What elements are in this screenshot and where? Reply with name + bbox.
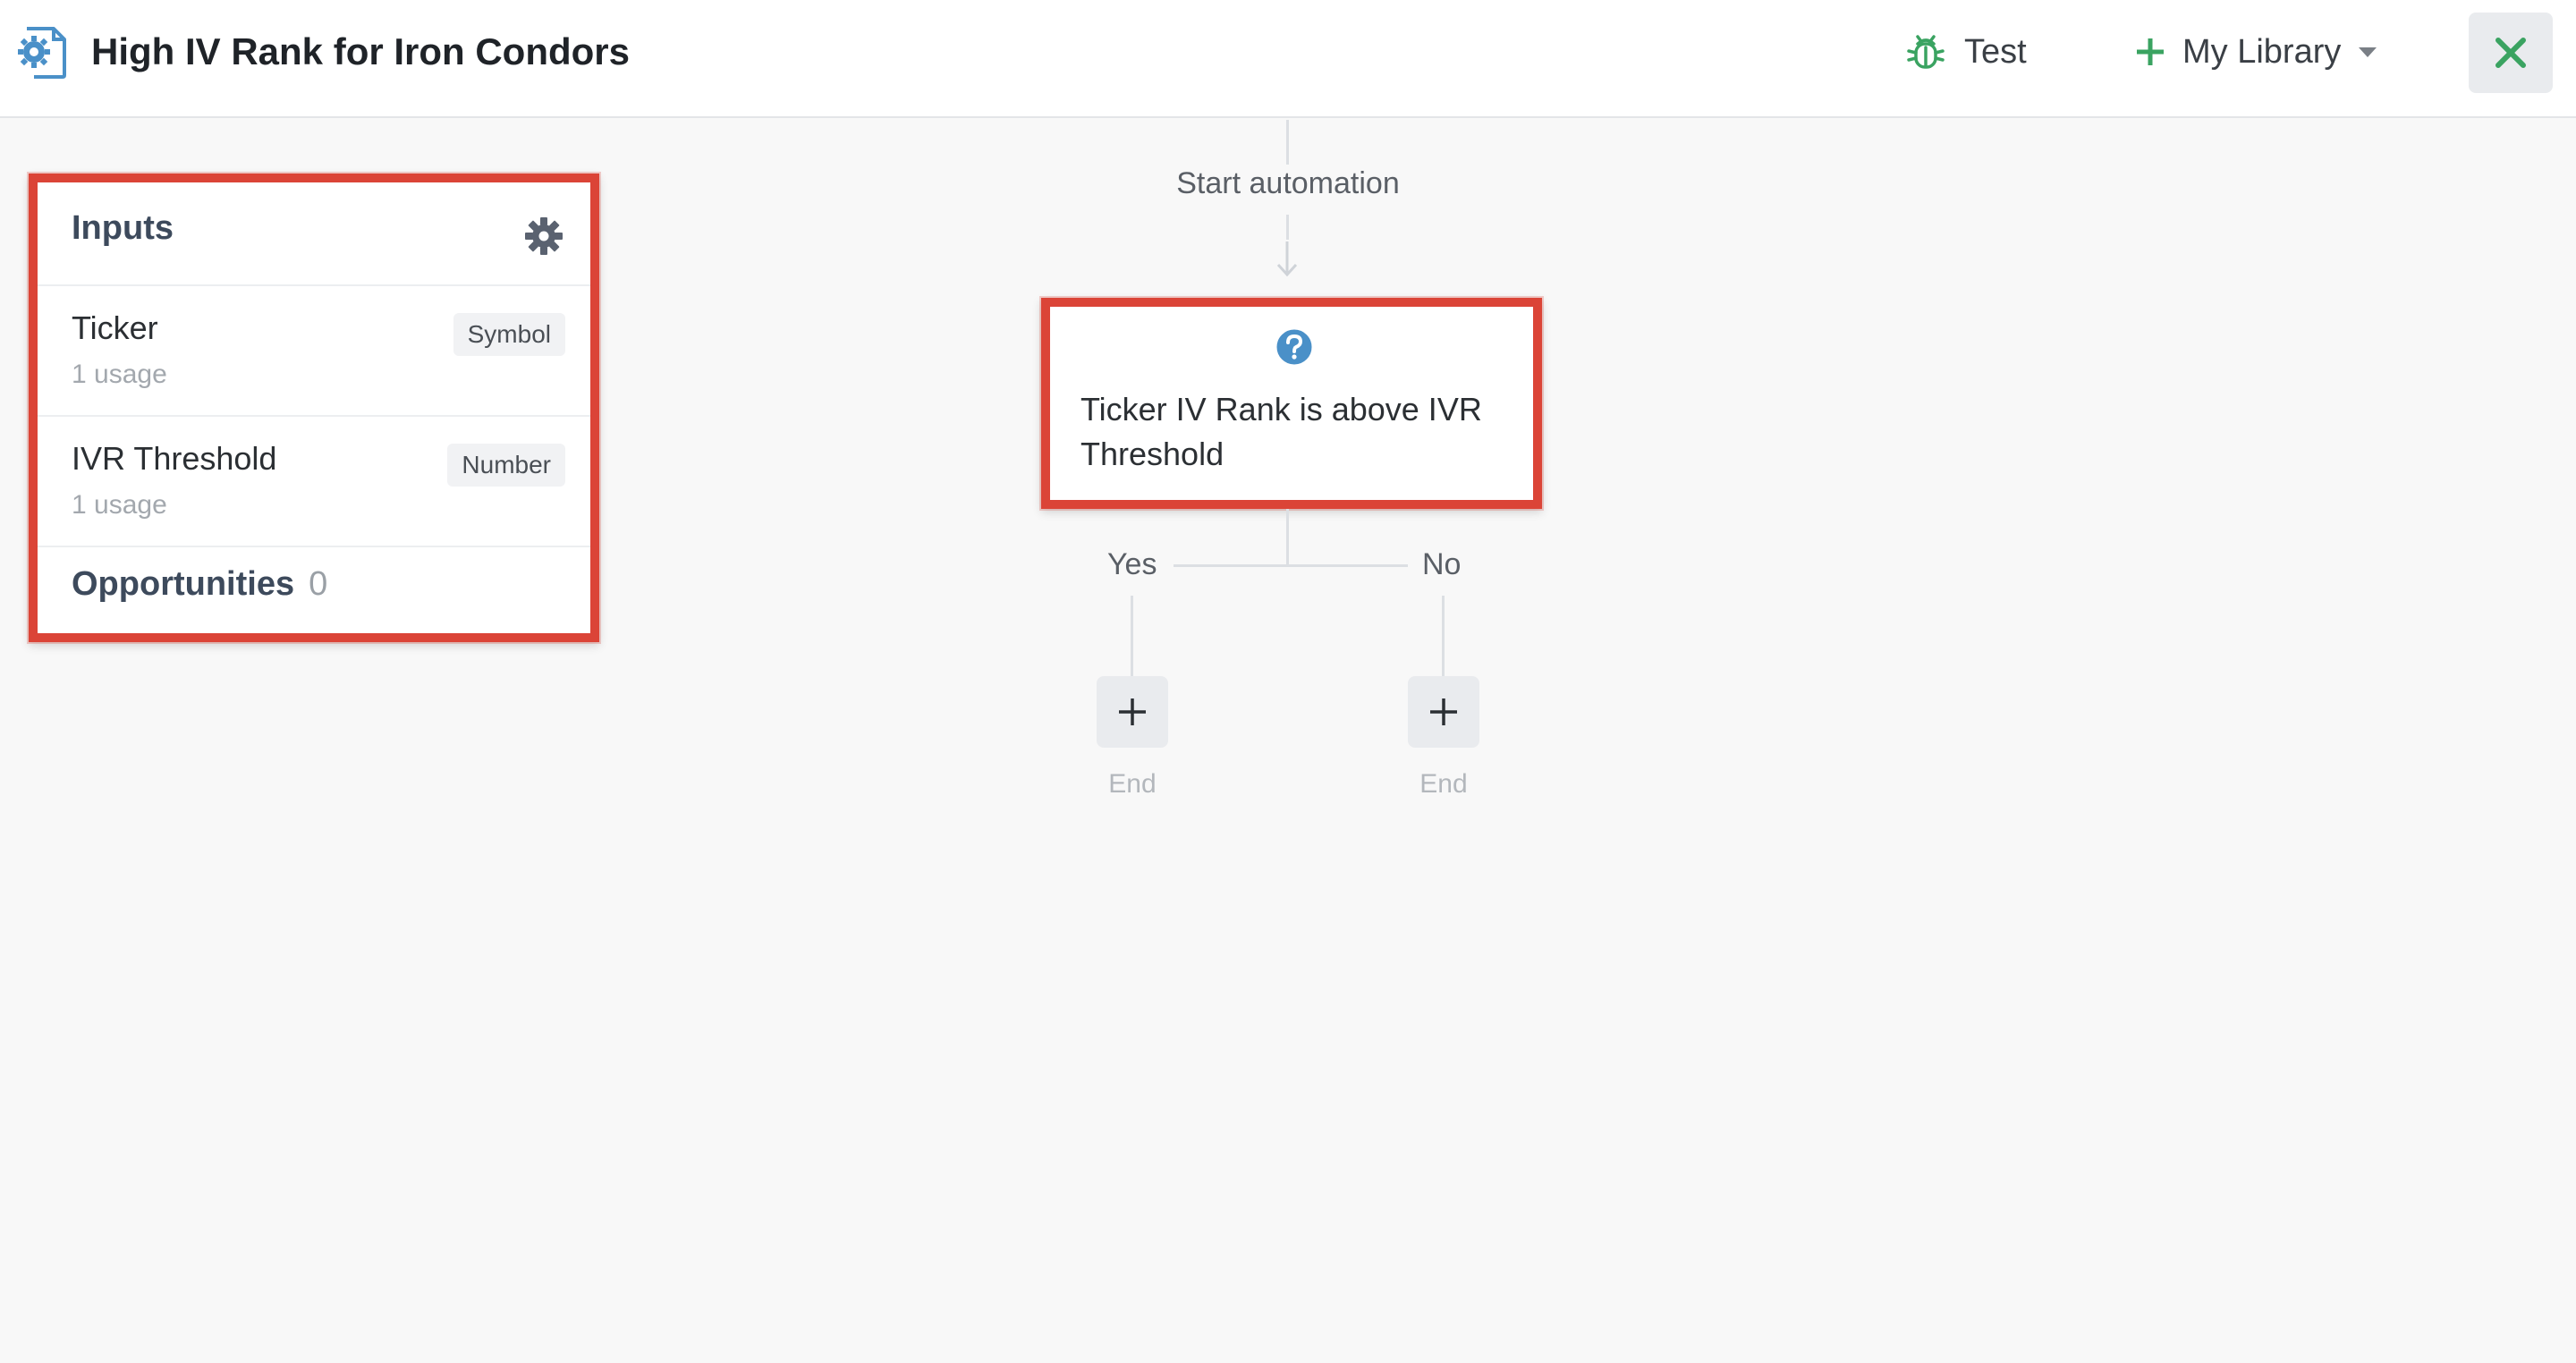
page-title: High IV Rank for Iron Condors: [91, 30, 631, 72]
start-automation-label: Start automation: [1176, 166, 1400, 200]
bug-icon: [1907, 35, 1945, 69]
branch-line: [1174, 564, 1408, 567]
input-type-badge: Symbol: [453, 313, 565, 356]
connector-line: [1286, 215, 1289, 240]
input-usage: 1 usage: [72, 360, 167, 389]
gear-icon[interactable]: [524, 216, 564, 256]
close-icon: [2496, 38, 2526, 68]
opportunities-count: 0: [309, 565, 328, 603]
opportunities-link[interactable]: Opportunities 0: [72, 565, 327, 604]
question-icon: [1274, 326, 1315, 368]
branch-label-no: No: [1422, 547, 1462, 581]
add-step-no-button[interactable]: [1408, 676, 1479, 748]
inputs-panel: Inputs Ticker 1 usage Symbol IVR Thresho…: [29, 174, 599, 642]
input-row-ticker[interactable]: Ticker 1 usage Symbol: [38, 286, 590, 417]
connector-line: [1286, 509, 1289, 566]
input-usage: 1 usage: [72, 490, 167, 520]
connector-line: [1442, 596, 1445, 676]
inputs-panel-header: Inputs: [38, 182, 590, 286]
connector-line: [1286, 120, 1289, 165]
test-button[interactable]: Test: [1905, 23, 2027, 80]
close-button[interactable]: [2469, 13, 2553, 93]
end-label-yes: End: [1108, 769, 1157, 799]
inputs-title: Inputs: [72, 209, 174, 247]
end-label-no: End: [1419, 769, 1468, 799]
input-type-badge: Number: [447, 444, 565, 487]
branch-label-yes: Yes: [1107, 547, 1157, 581]
my-library-button[interactable]: My Library: [2134, 23, 2378, 80]
my-library-label: My Library: [2182, 32, 2342, 71]
condition-card[interactable]: Ticker IV Rank is above IVR Threshold: [1041, 298, 1542, 509]
test-label: Test: [1964, 32, 2027, 71]
gear-document-icon: [18, 27, 66, 79]
condition-text: Ticker IV Rank is above IVR Threshold: [1080, 391, 1482, 472]
opportunities-label: Opportunities: [72, 565, 295, 603]
add-step-yes-button[interactable]: [1097, 676, 1168, 748]
plus-icon: [1119, 698, 1146, 725]
top-bar: High IV Rank for Iron Condors Test My Li…: [0, 0, 2576, 118]
connector-line: [1131, 596, 1133, 676]
input-name: IVR Threshold: [72, 440, 277, 477]
arrow-down-icon: [1276, 241, 1298, 277]
plus-icon: [2137, 38, 2164, 65]
input-name: Ticker: [72, 309, 158, 346]
caret-down-icon: [2359, 47, 2377, 57]
input-row-ivr-threshold[interactable]: IVR Threshold 1 usage Number: [38, 417, 590, 547]
plus-icon: [1430, 698, 1457, 725]
